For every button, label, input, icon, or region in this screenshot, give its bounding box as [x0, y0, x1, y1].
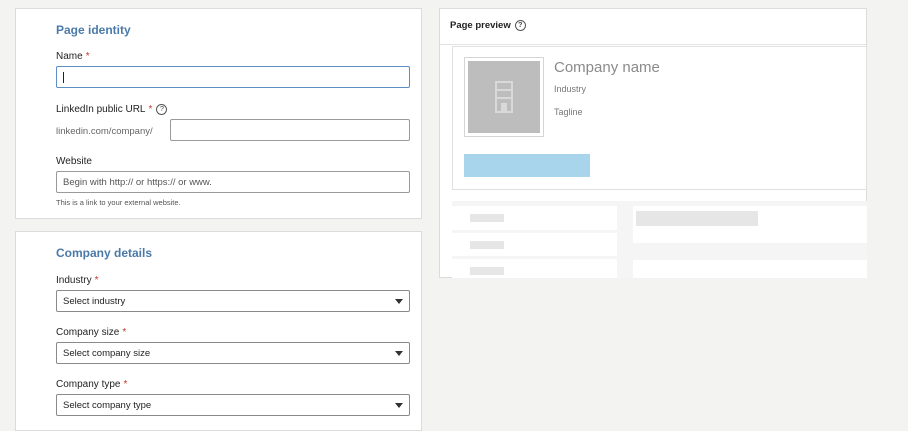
page-preview-title: Page preview? [450, 20, 526, 31]
company-details-title: Company details [56, 246, 153, 260]
preview-industry: Industry [554, 84, 587, 94]
public-url-input[interactable] [170, 119, 410, 141]
page-identity-title: Page identity [56, 23, 131, 37]
industry-label: Industry * [56, 275, 99, 286]
page-preview-card: Page preview? Company name Industry Tagl… [439, 8, 867, 278]
help-icon[interactable]: ? [514, 20, 526, 31]
logo-frame [464, 57, 544, 137]
industry-select[interactable]: Select industry [56, 290, 410, 312]
preview-divider [440, 44, 866, 45]
logo-placeholder [468, 61, 540, 133]
skeleton-content-block [633, 260, 867, 278]
website-hint: This is a link to your external website. [56, 198, 181, 207]
website-label: Website [56, 156, 92, 167]
skeleton-bar [470, 214, 504, 222]
name-label: Name * [56, 51, 90, 62]
company-type-select[interactable]: Select company type [56, 394, 410, 416]
chevron-down-icon [395, 402, 403, 408]
required-marker: * [85, 51, 90, 62]
required-marker: * [123, 379, 128, 390]
name-input[interactable] [56, 66, 410, 88]
company-type-label: Company type * [56, 379, 128, 390]
preview-tagline: Tagline [554, 107, 583, 117]
preview-company-name: Company name [554, 59, 660, 76]
skeleton-bar [470, 241, 504, 249]
chevron-down-icon [395, 350, 403, 356]
required-marker: * [94, 275, 99, 286]
required-marker: * [122, 327, 127, 338]
website-placeholder: Begin with http:// or https:// or www. [63, 176, 212, 188]
url-prefix: linkedin.com/company/ [56, 126, 153, 137]
company-size-label: Company size * [56, 327, 127, 338]
preview-skeleton-area [452, 201, 867, 278]
text-cursor [63, 71, 64, 83]
skeleton-bar [470, 267, 504, 275]
company-size-select[interactable]: Select company size [56, 342, 410, 364]
chevron-down-icon [395, 298, 403, 304]
building-icon [495, 81, 513, 113]
preview-top-card: Company name Industry Tagline [452, 46, 867, 190]
website-input[interactable]: Begin with http:// or https:// or www. [56, 171, 410, 193]
required-marker: * [148, 104, 153, 116]
company-details-card: Company details Industry * Select industr… [15, 231, 422, 431]
preview-follow-button [464, 154, 590, 177]
page-identity-card: Page identity Name * LinkedIn public URL *… [15, 8, 422, 219]
skeleton-bar [636, 211, 758, 226]
help-icon[interactable]: ? [156, 104, 168, 115]
linkedin-url-label: LinkedIn public URL *? [56, 104, 168, 116]
